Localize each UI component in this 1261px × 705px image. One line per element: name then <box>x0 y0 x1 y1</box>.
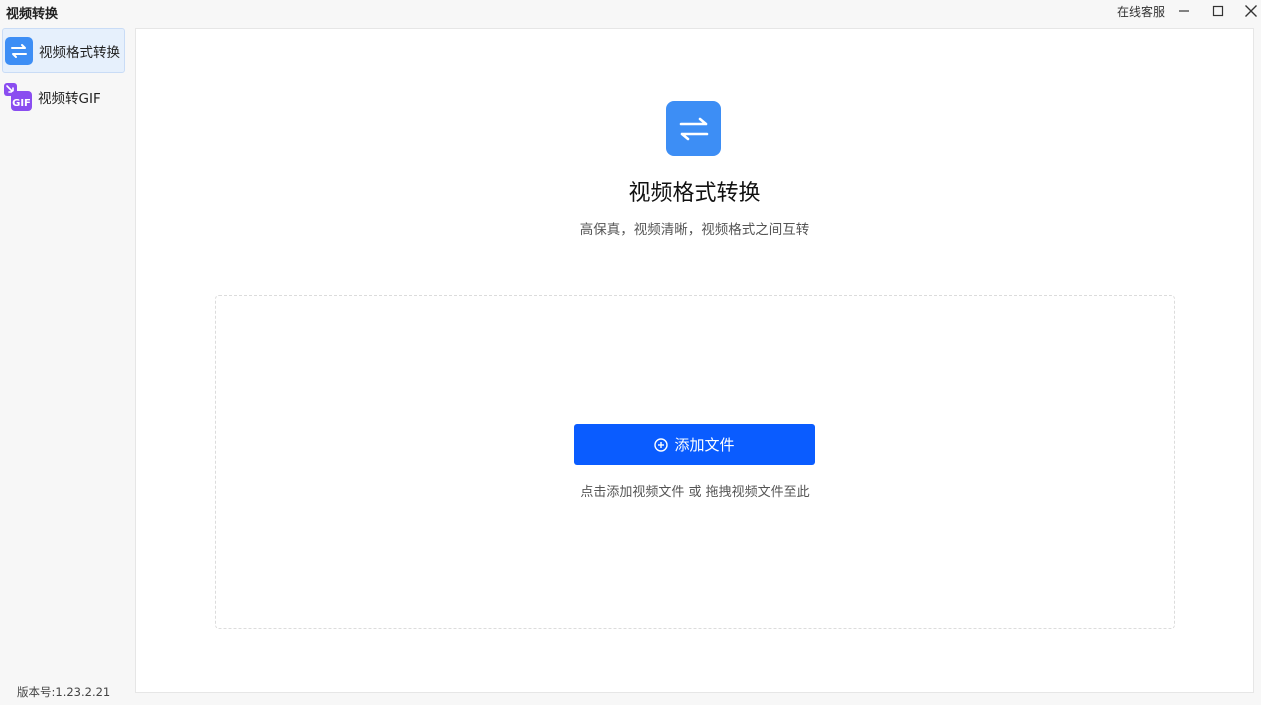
version-label: 版本号:1.23.2.21 <box>17 685 111 699</box>
maximize-button[interactable] <box>1206 0 1230 22</box>
app-title: 视频转换 <box>6 7 59 22</box>
minimize-icon <box>1179 10 1189 12</box>
maximize-icon <box>1212 5 1224 17</box>
svg-text:GIF: GIF <box>12 98 31 109</box>
page-subtitle: 高保真，视频清晰，视频格式之间互转 <box>579 222 810 238</box>
sidebar-item-label: 视频转GIF <box>38 90 101 107</box>
sidebar: 视频格式转换 GIF 视频转GIF 版本号:1.23.2.21 <box>0 24 130 705</box>
drop-hint: 点击添加视频文件 或 拖拽视频文件至此 <box>580 485 810 500</box>
plus-circle-icon <box>654 437 669 452</box>
close-icon <box>1245 5 1257 17</box>
swap-arrows-icon <box>666 101 721 156</box>
sidebar-item-label: 视频格式转换 <box>39 44 120 61</box>
file-drop-zone[interactable]: 添加文件 点击添加视频文件 或 拖拽视频文件至此 <box>215 295 1175 629</box>
minimize-button[interactable] <box>1172 0 1196 22</box>
sidebar-item-video-format-convert[interactable]: 视频格式转换 <box>2 28 125 73</box>
sidebar-item-video-to-gif[interactable]: GIF 视频转GIF <box>2 74 125 119</box>
main-panel: 视频格式转换 高保真，视频清晰，视频格式之间互转 添加文件 点击添加视频文件 或… <box>135 28 1254 693</box>
page-title: 视频格式转换 <box>628 181 761 206</box>
online-support-link[interactable]: 在线客服 <box>1117 3 1165 20</box>
close-button[interactable] <box>1239 0 1261 22</box>
add-file-button[interactable]: 添加文件 <box>574 424 815 465</box>
swap-arrows-icon <box>5 36 33 65</box>
gif-icon: GIF <box>4 82 32 111</box>
add-file-label: 添加文件 <box>674 436 735 454</box>
title-bar: 视频转换 在线客服 <box>0 0 1261 24</box>
